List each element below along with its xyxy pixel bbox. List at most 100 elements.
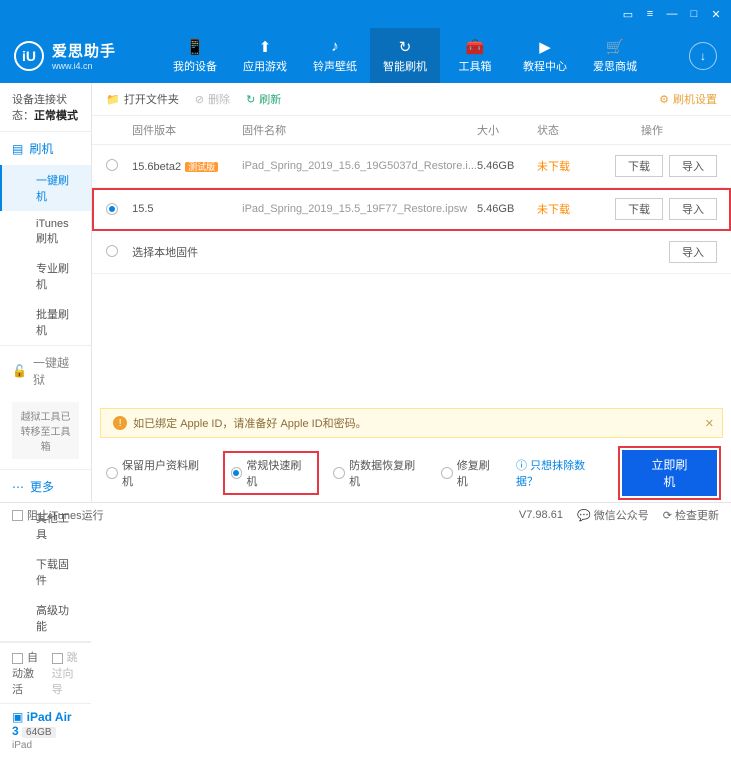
mode-radio-2	[333, 467, 345, 479]
device-type: iPad	[12, 740, 79, 751]
warning-icon: !	[113, 416, 127, 430]
connection-status-value: 正常模式	[34, 110, 78, 122]
import-button-local[interactable]: 导入	[669, 241, 717, 263]
app-header: iU 爱思助手 www.i4.cn 📱我的设备 ⬆ 应用游戏 ♪铃声壁纸 ↻ 智能刷机 🧰 工…	[0, 28, 731, 83]
filename-0: iPad_Spring_2019_15.6_19G5037d_Restore.i…	[242, 160, 477, 172]
nav-label-1: 应用游戏	[243, 58, 287, 74]
nav-label-4: 工具箱	[459, 58, 492, 74]
refresh-button[interactable]: ↻刷新	[246, 91, 281, 107]
col-name: 固件名称	[242, 122, 477, 138]
nav-2[interactable]: ♪铃声壁纸	[300, 28, 370, 83]
col-size: 大小	[477, 122, 537, 138]
block-itunes-label: 阻止iTunes运行	[27, 510, 104, 522]
skip-guide-checkbox[interactable]: 跳过向导	[52, 649, 80, 697]
nav-0[interactable]: 📱我的设备	[160, 28, 230, 83]
auto-activate-checkbox[interactable]: 自动激活	[12, 649, 40, 697]
side-item-2-2[interactable]: 高级功能	[0, 595, 91, 641]
firmware-row-1[interactable]: 15.5 iPad_Spring_2019_15.5_19F77_Restore…	[92, 188, 731, 231]
side-item-0-3[interactable]: 批量刷机	[0, 299, 91, 345]
group-icon: 🔓	[12, 364, 27, 378]
nav-6[interactable]: 🛒爱思商城	[580, 28, 650, 83]
side-group-head-2[interactable]: ⋯更多	[0, 470, 91, 503]
info-icon: ⓘ	[516, 460, 527, 472]
nav-4[interactable]: 🧰 工具箱	[440, 28, 510, 83]
logo-icon: iU	[14, 41, 44, 71]
connection-status: 设备连接状态：正常模式	[0, 83, 91, 132]
side-item-0-1[interactable]: iTunes刷机	[0, 211, 91, 253]
mode-radio-1	[231, 467, 243, 479]
mode-label-0: 保留用户资料刷机	[122, 457, 209, 489]
mode-option-0[interactable]: 保留用户资料刷机	[106, 457, 208, 489]
nav-1[interactable]: ⬆ 应用游戏	[230, 28, 300, 83]
window-titlebar: ▭ ≡ — □ ✕	[0, 0, 731, 28]
mode-option-2[interactable]: 防数据恢复刷机	[333, 457, 425, 489]
mode-radio-0	[106, 467, 118, 479]
open-folder-button[interactable]: 📁打开文件夹	[106, 91, 179, 107]
group-label: 更多	[30, 478, 54, 495]
side-group-head-1[interactable]: 🔓一键越狱	[0, 346, 91, 396]
size-0: 5.46GB	[477, 160, 537, 172]
side-group-head-0[interactable]: ▤刷机	[0, 132, 91, 165]
import-button-0[interactable]: 导入	[669, 155, 717, 177]
menu-icon[interactable]: ▭	[621, 7, 635, 21]
warning-text: 如已绑定 Apple ID，请准备好 Apple ID和密码。	[133, 415, 367, 431]
update-icon: ⟳	[663, 510, 672, 522]
radio-1[interactable]	[106, 203, 118, 215]
logo-text: 爱思助手	[52, 40, 116, 61]
flash-settings-button[interactable]: ⚙刷机设置	[659, 91, 717, 107]
tray-icon[interactable]: ≡	[643, 7, 657, 21]
local-firmware-label: 选择本地固件	[132, 244, 587, 260]
nav-icon-1: ⬆	[256, 38, 274, 56]
wechat-icon: 💬	[577, 510, 591, 522]
mode-label-3: 修复刷机	[457, 457, 500, 489]
nav-label-6: 爱思商城	[593, 58, 637, 74]
warning-close-icon[interactable]: ✕	[705, 417, 714, 430]
delete-label: 删除	[208, 91, 230, 107]
nav-label-3: 智能刷机	[383, 58, 427, 74]
nav-icon-3: ↻	[396, 38, 414, 56]
logo-block: iU 爱思助手 www.i4.cn	[0, 40, 160, 71]
filename-1: iPad_Spring_2019_15.5_19F77_Restore.ipsw	[242, 203, 477, 215]
table-header: 固件版本 固件名称 大小 状态 操作	[92, 116, 731, 145]
mode-option-1[interactable]: 常规快速刷机	[225, 453, 318, 493]
group-label: 刷机	[29, 140, 53, 157]
main-panel: 📁打开文件夹 ⊘删除 ↻刷新 ⚙刷机设置 固件版本 固件名称 大小 状态 操作 …	[92, 83, 731, 502]
check-update-link[interactable]: ⟳ 检查更新	[663, 507, 719, 523]
download-button-1[interactable]: 下载	[615, 198, 663, 220]
side-item-2-1[interactable]: 下载固件	[0, 549, 91, 595]
download-indicator-icon[interactable]: ↓	[689, 42, 717, 70]
close-icon[interactable]: ✕	[709, 7, 723, 21]
radio-local[interactable]	[106, 245, 118, 257]
nav-icon-4: 🧰	[466, 38, 484, 56]
side-item-0-2[interactable]: 专业刷机	[0, 253, 91, 299]
minimize-icon[interactable]: —	[665, 7, 679, 21]
delete-button[interactable]: ⊘删除	[195, 91, 230, 107]
radio-0[interactable]	[106, 159, 118, 171]
nav-3[interactable]: ↻ 智能刷机	[370, 28, 440, 83]
nav-5[interactable]: ▶教程中心	[510, 28, 580, 83]
wechat-link[interactable]: 💬 微信公众号	[577, 507, 649, 523]
block-itunes-checkbox[interactable]: 阻止iTunes运行	[12, 507, 104, 523]
nav-icon-5: ▶	[536, 38, 554, 56]
import-button-1[interactable]: 导入	[669, 198, 717, 220]
mode-radio-3	[441, 467, 453, 479]
col-ops: 操作	[587, 122, 717, 138]
side-item-0-0[interactable]: 一键刷机	[0, 165, 91, 211]
warning-bar: ! 如已绑定 Apple ID，请准备好 Apple ID和密码。 ✕	[100, 408, 723, 438]
size-1: 5.46GB	[477, 203, 537, 215]
flash-now-button[interactable]: 立即刷机	[622, 450, 717, 496]
logo-url: www.i4.cn	[52, 61, 116, 71]
toolbar: 📁打开文件夹 ⊘删除 ↻刷新 ⚙刷机设置	[92, 83, 731, 116]
device-info[interactable]: ▣ iPad Air 3 64GB iPad	[0, 703, 91, 757]
firmware-row-0[interactable]: 15.6beta2测试版 iPad_Spring_2019_15.6_19G50…	[92, 145, 731, 188]
mode-option-3[interactable]: 修复刷机	[441, 457, 500, 489]
device-capacity: 64GB	[22, 727, 56, 738]
maximize-icon[interactable]: □	[687, 7, 701, 21]
download-button-0[interactable]: 下载	[615, 155, 663, 177]
col-version: 固件版本	[132, 122, 242, 138]
nav-icon-2: ♪	[326, 38, 344, 56]
mode-bar: 保留用户资料刷机常规快速刷机防数据恢复刷机修复刷机 ⓘ 只想抹除数据？ 立即刷机	[92, 444, 731, 502]
local-firmware-row[interactable]: 选择本地固件 导入	[92, 231, 731, 274]
help-link[interactable]: 只想抹除数据？	[516, 460, 585, 488]
refresh-label: 刷新	[259, 91, 281, 107]
